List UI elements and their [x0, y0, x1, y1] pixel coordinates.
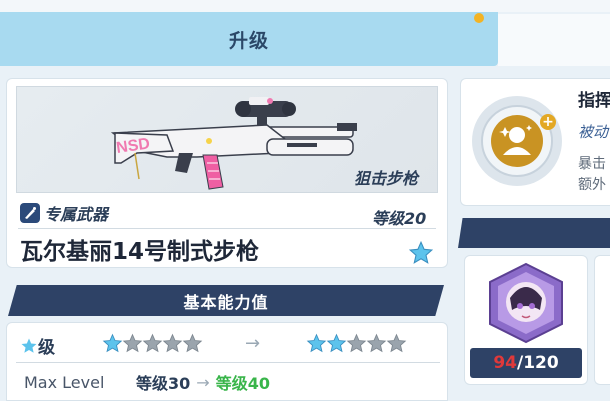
tab-inactive[interactable] [498, 14, 610, 66]
tab-upgrade-label: 升级 [228, 29, 269, 52]
max-level-label: Max Level [24, 372, 105, 392]
top-bar [0, 0, 610, 12]
material-count: 94 /120 [470, 348, 582, 378]
skill-description: 额外 [578, 177, 606, 193]
purple-crystal-icon [484, 262, 568, 344]
star-rating-after [306, 333, 407, 354]
divider [18, 228, 436, 229]
decal-text: NSD [115, 135, 151, 157]
skill-description: 暴击 [578, 156, 606, 172]
star-icon [386, 333, 407, 353]
star-icon[interactable] [408, 240, 434, 266]
exclusive-weapon-label: 专属武器 [44, 205, 109, 224]
exclusive-weapon-tag: 专属武器 [20, 202, 108, 224]
weapon-exclusive-icon [20, 203, 40, 223]
star-icon [21, 338, 37, 353]
star-icon [122, 333, 143, 353]
star-rating-before [102, 333, 203, 354]
material-need: /120 [516, 353, 559, 373]
skill-name: 指挥 [578, 91, 610, 111]
material-header [458, 218, 610, 248]
star-icon [102, 333, 123, 353]
arrow-right-icon: → [245, 333, 261, 354]
skill-upgrade-badge: + [540, 114, 556, 130]
weapon-type-label: 狙击步枪 [354, 169, 419, 188]
basic-stats-header: 基本能力值 [8, 285, 444, 316]
star-icon [182, 333, 203, 353]
weapon-name: 瓦尔基丽14号制式步枪 [20, 239, 260, 265]
star-icon [346, 333, 367, 353]
skill-type: 被动 [578, 123, 609, 141]
tab-upgrade[interactable]: 升级 [0, 12, 498, 66]
star-icon [162, 333, 183, 353]
basic-stats-title: 基本能力值 [183, 292, 269, 312]
max-level-before: 等级30 [136, 374, 191, 393]
max-level-after: 等级40 [215, 374, 270, 393]
star-icon [142, 333, 163, 353]
star-grade-text: 级 [38, 338, 55, 358]
material-have: 94 [493, 353, 517, 373]
star-grade-label: 级 [20, 333, 55, 358]
arrow-right-icon: → [196, 372, 210, 392]
weapon-level: 等级20 [372, 209, 427, 228]
star-icon [326, 333, 347, 353]
notification-dot [474, 13, 484, 23]
star-icon [366, 333, 387, 353]
divider [16, 362, 440, 363]
next-material-card[interactable] [594, 255, 610, 385]
star-icon [306, 333, 327, 353]
max-level-row: Max Level 等级30 → 等级40 [24, 370, 270, 394]
